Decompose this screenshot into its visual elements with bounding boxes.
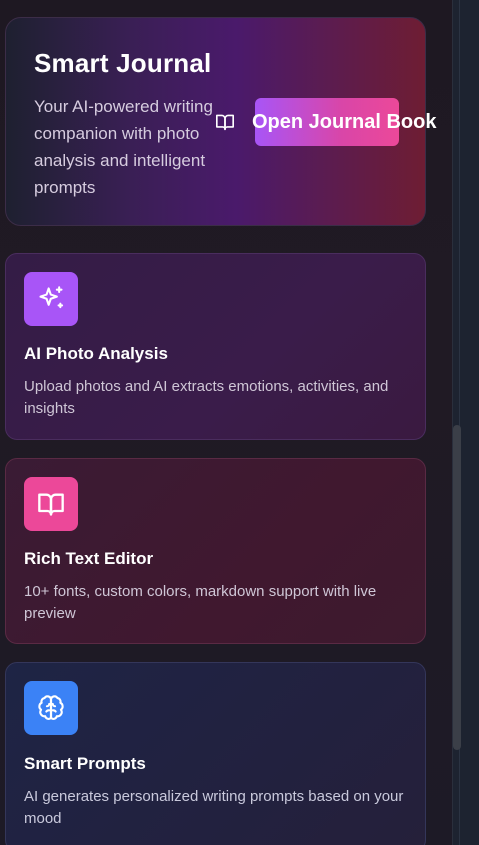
sparkles-icon: [39, 286, 64, 309]
open-journal-book-label[interactable]: Open Journal Book: [252, 111, 436, 134]
scrollbar-thumb[interactable]: [453, 425, 461, 750]
brain-icon: [38, 695, 64, 720]
hero-description: Your AI-powered writing companion with p…: [34, 97, 213, 197]
feature-icon-tile: [24, 477, 78, 531]
feature-description: Upload photos and AI extracts emotions, …: [24, 378, 389, 417]
hero-title: Smart Journal: [34, 48, 212, 78]
hero-card: Smart Journal Your AI-powered writing co…: [5, 17, 436, 226]
page: Smart Journal Your AI-powered writing co…: [0, 0, 479, 845]
feature-card-ai-photo-analysis: AI Photo Analysis Upload photos and AI e…: [5, 253, 426, 440]
book-open-icon: [38, 493, 64, 516]
feature-title: AI Photo Analysis: [24, 344, 168, 363]
feature-description: 10+ fonts, custom colors, markdown suppo…: [24, 583, 377, 622]
feature-title: Smart Prompts: [24, 754, 146, 773]
feature-title: Rich Text Editor: [24, 549, 154, 568]
feature-icon-tile: [24, 272, 78, 326]
feature-card-rich-text-editor: Rich Text Editor 10+ fonts, custom color…: [5, 458, 426, 644]
feature-icon-tile: [24, 681, 78, 735]
feature-card-smart-prompts: Smart Prompts AI generates personalized …: [5, 662, 426, 845]
book-open-icon: [216, 114, 234, 131]
feature-description: AI generates personalized writing prompt…: [24, 788, 404, 827]
